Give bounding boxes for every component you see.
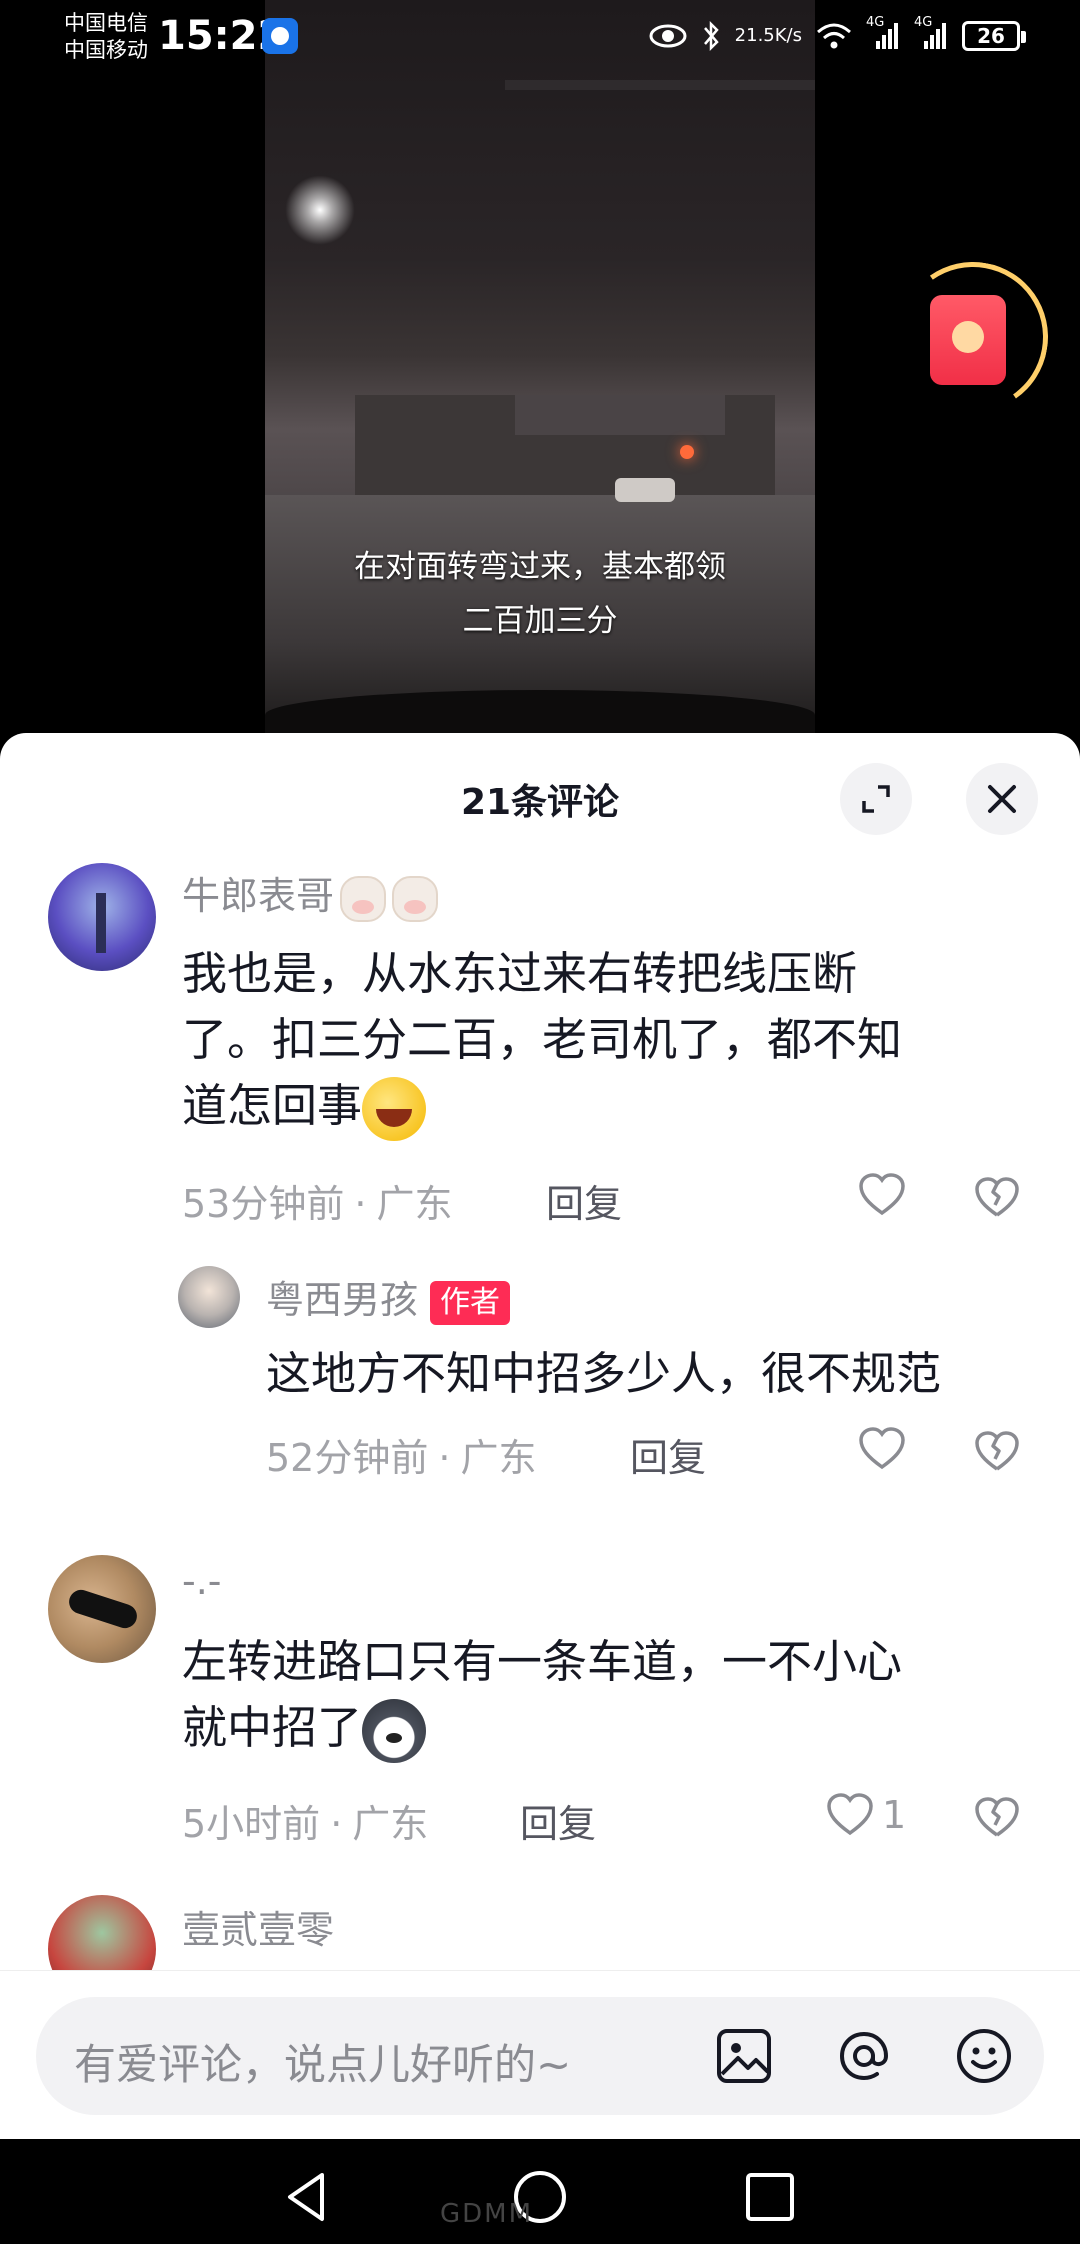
comment-meta: 53分钟前 · 广东 [182, 1173, 452, 1228]
video-traffic-pole [505, 80, 815, 90]
eye-icon [649, 23, 687, 49]
comment-text[interactable]: 左转进路口只有一条车道，一不小心 就中招了 [182, 1629, 1022, 1763]
back-button[interactable] [278, 2167, 338, 2227]
image-button[interactable] [714, 2026, 774, 2086]
image-icon [717, 2029, 771, 2083]
avatar[interactable] [178, 1266, 240, 1328]
avatar[interactable] [48, 1555, 156, 1663]
carrier-1: 中国电信 [64, 11, 148, 35]
video-subtitle: 在对面转弯过来，基本都领 二百加三分 [265, 540, 815, 648]
signal-icon-1: 4G [866, 15, 900, 51]
close-icon [988, 785, 1016, 813]
separator-dot: · [330, 1802, 343, 1846]
bluetooth-icon [701, 20, 721, 52]
back-triangle-icon [288, 2173, 324, 2221]
reply-button[interactable]: 回复 [630, 1427, 706, 1482]
comment-time: 5小时前 [182, 1802, 321, 1846]
recents-square-icon [746, 2173, 794, 2221]
like-button[interactable]: 1 [826, 1793, 906, 1837]
status-icons: 21.5 K/s 4G 4G 26 [649, 14, 1026, 58]
recents-button[interactable] [740, 2167, 800, 2227]
emoji-button[interactable] [954, 2026, 1014, 2086]
carrier-2: 中国移动 [64, 38, 148, 62]
reply-button[interactable]: 回复 [520, 1793, 596, 1848]
like-count: 1 [882, 1793, 907, 1837]
expand-button[interactable] [840, 763, 912, 835]
carrier-info: 中国电信 中国移动 [64, 10, 148, 64]
heart-icon [827, 1793, 873, 1836]
comments-title: 21条评论 [460, 782, 620, 823]
video-car [615, 478, 675, 502]
comment-text-line: 就中招了 [182, 1701, 363, 1754]
video-gate [515, 395, 725, 435]
comment-location: 广东 [460, 1436, 537, 1480]
dislike-button[interactable] [974, 1177, 1020, 1223]
video-subtitle-line-1: 在对面转弯过来，基本都领 [354, 549, 726, 585]
comment-text-line: 我也是，从水东过来右转把线压断 [182, 947, 858, 1000]
comments-sheet: 21条评论 牛郎表哥 我也是，从水东过来右转把线压断 了。扣三分二百，老司机了，… [0, 733, 1080, 2139]
signal-2-label: 4G [914, 15, 933, 30]
dislike-button[interactable] [974, 1797, 1020, 1843]
comment-username[interactable]: -.- [182, 1559, 222, 1603]
comment-time: 53分钟前 [182, 1182, 345, 1226]
close-button[interactable] [966, 763, 1038, 835]
video-streetlight [285, 175, 355, 245]
comment-location: 广东 [352, 1802, 429, 1846]
separator-dot: · [438, 1436, 451, 1480]
comment-text-line: 左转进路口只有一条车道，一不小心 [182, 1635, 903, 1688]
system-navigation-bar: GDMM [0, 2139, 1080, 2244]
video-traffic-light [680, 445, 694, 459]
comment-username-text: 粤西男孩 [266, 1278, 419, 1322]
smiley-icon [957, 2029, 1011, 2083]
broken-heart-icon [975, 1431, 1019, 1471]
like-button[interactable] [858, 1173, 914, 1217]
comment-username-text: 牛郎表哥 [182, 874, 335, 918]
dislike-button[interactable] [974, 1431, 1020, 1477]
red-packet-icon[interactable] [930, 295, 1006, 385]
heart-icon [859, 1173, 905, 1216]
heart-icon [859, 1427, 905, 1470]
signal-1-label: 4G [866, 15, 885, 30]
comment-username[interactable]: 牛郎表哥 [182, 865, 439, 922]
cow-emoji-icon [340, 875, 387, 922]
app-notification-icon [262, 18, 298, 54]
signal-icon-2: 4G [914, 15, 948, 51]
broken-heart-icon [975, 1177, 1019, 1217]
net-speed-unit: K/s [774, 25, 802, 46]
comment-time: 52分钟前 [266, 1436, 429, 1480]
net-speed: 21.5 K/s [735, 26, 802, 46]
avatar[interactable] [48, 863, 156, 971]
comment-location: 广东 [376, 1182, 453, 1226]
author-badge: 作者 [430, 1280, 511, 1325]
status-bar: 中国电信 中国移动 15:22 21.5 K/s 4G 4G 26 [0, 0, 1080, 72]
expand-icon [862, 785, 890, 813]
screen: 中国电信 中国移动 15:22 21.5 K/s 4G 4G 26 在对面转弯过… [0, 0, 1080, 2244]
like-button[interactable] [858, 1427, 914, 1471]
comment-text-line: 了。扣三分二百，老司机了，都不知 [182, 1013, 903, 1066]
red-packet-coin [952, 321, 984, 353]
broken-heart-icon [975, 1797, 1019, 1837]
wifi-icon [816, 22, 852, 50]
dog-emoji-icon [362, 1699, 427, 1763]
cow-emoji-icon [392, 875, 439, 922]
mention-button[interactable] [834, 2026, 894, 2086]
comment-input[interactable]: 有爱评论，说点儿好听的~ [36, 1997, 1044, 2115]
comment-input-bar: 有爱评论，说点儿好听的~ [0, 1970, 1080, 2139]
comment-meta: 52分钟前 · 广东 [266, 1427, 536, 1482]
comment-text-line: 道怎回事 [182, 1079, 363, 1132]
watermark: GDMM [440, 2199, 534, 2229]
comment-meta: 5小时前 · 广东 [182, 1793, 428, 1848]
reply-button[interactable]: 回复 [546, 1173, 622, 1228]
comment-username[interactable]: 粤西男孩 作者 [266, 1269, 511, 1325]
video-subtitle-line-2: 二百加三分 [462, 603, 618, 639]
comment-username[interactable]: 壹贰壹零 [182, 1899, 334, 1954]
comment-text[interactable]: 我也是，从水东过来右转把线压断 了。扣三分二百，老司机了，都不知 道怎回事 [182, 941, 1022, 1141]
laughing-emoji-icon [362, 1077, 427, 1141]
separator-dot: · [354, 1182, 367, 1226]
net-speed-value: 21.5 [734, 25, 775, 46]
at-mention-icon [839, 2031, 889, 2081]
comment-input-placeholder: 有爱评论，说点儿好听的~ [74, 2040, 572, 2089]
comment-text[interactable]: 这地方不知中招多少人，很不规范 [266, 1341, 1046, 1407]
battery-icon: 26 [962, 21, 1026, 51]
